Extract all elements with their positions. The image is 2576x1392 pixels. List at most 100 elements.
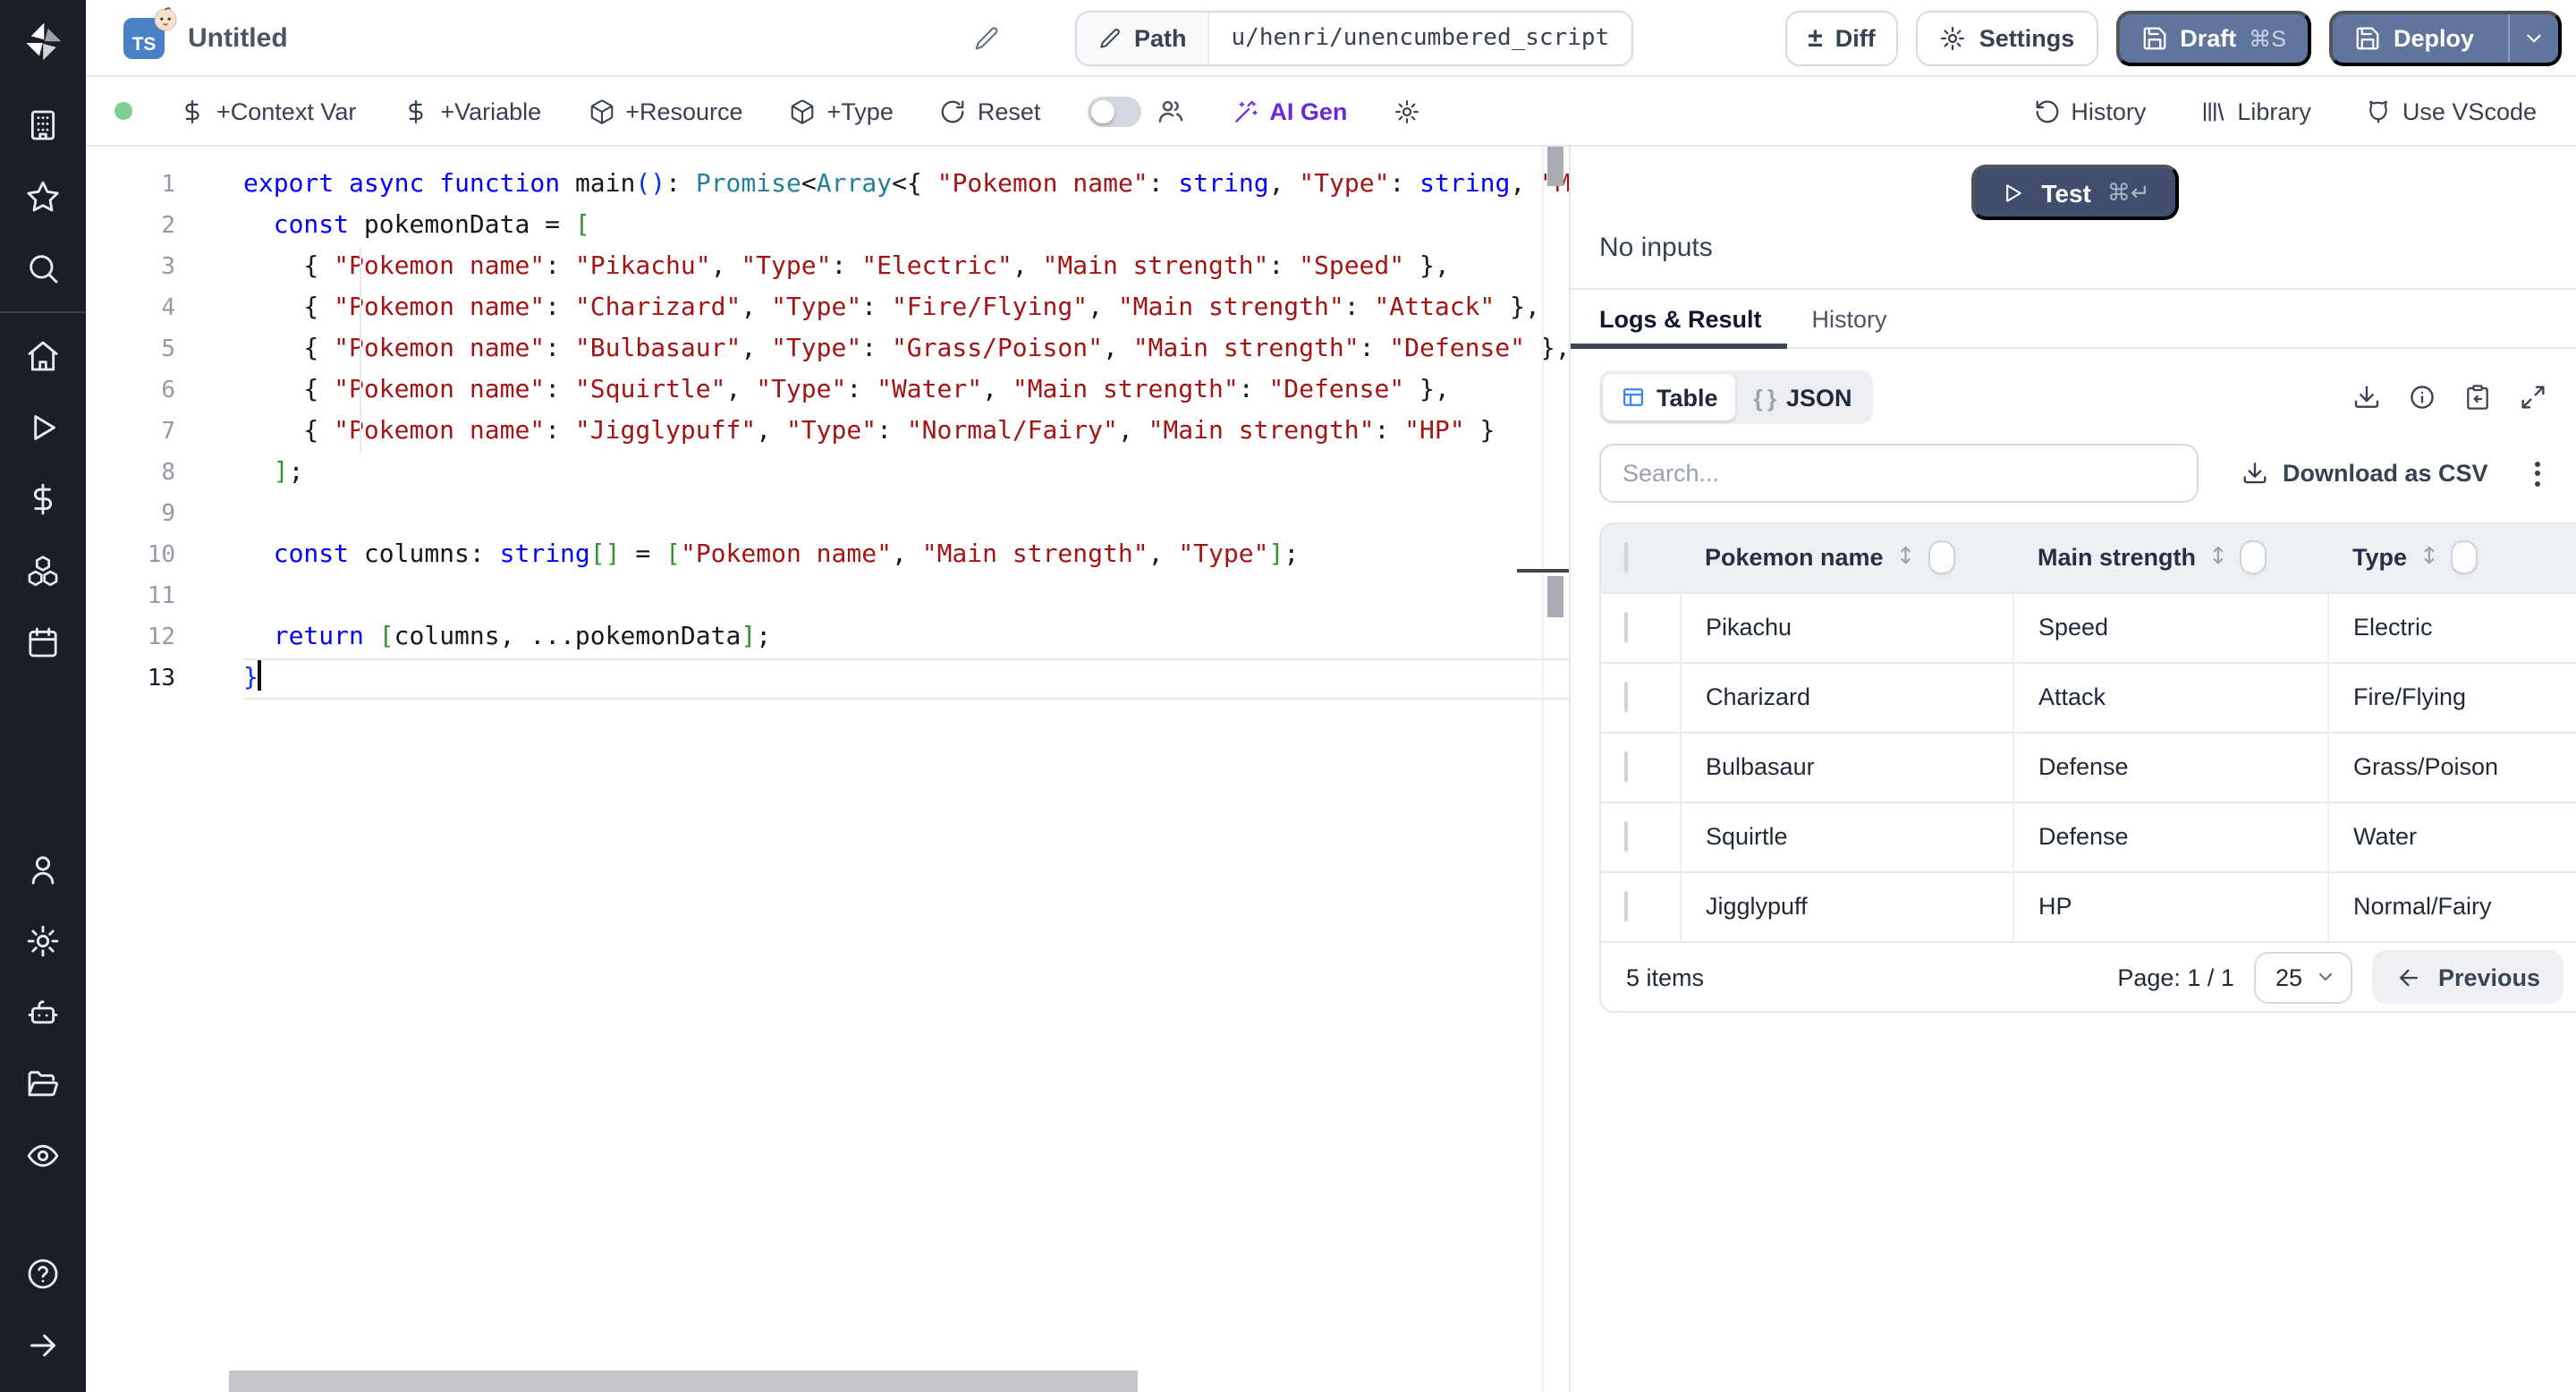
row-checkbox[interactable] xyxy=(1624,821,1628,852)
code-line[interactable]: 7 { "Pokemon name": "Jigglypuff", "Type"… xyxy=(86,412,1569,453)
path-group[interactable]: Path u/henri/unencumbered_script xyxy=(1075,11,1633,66)
table-row[interactable]: Squirtle Defense Water xyxy=(1601,801,2576,871)
info-icon[interactable] xyxy=(2408,383,2436,412)
code-line[interactable]: 10 const columns: string[] = ["Pokemon n… xyxy=(86,535,1569,576)
draft-button[interactable]: Draft ⌘S xyxy=(2115,10,2311,65)
editor-settings-gear[interactable] xyxy=(1394,98,1420,124)
view-toggle-table[interactable]: Table xyxy=(1603,374,1736,420)
sidebar-item-help[interactable] xyxy=(0,1238,86,1310)
sidebar-item-variables[interactable] xyxy=(0,463,86,535)
add-type-button[interactable]: +Type xyxy=(790,98,894,124)
run-header: Test ⌘↵ No inputs xyxy=(1571,147,2576,263)
add-resource-button[interactable]: +Resource xyxy=(588,98,743,124)
deploy-dropdown[interactable] xyxy=(2508,13,2558,62)
cell: Defense xyxy=(2012,731,2328,802)
github-cat-icon xyxy=(2369,99,2387,123)
sidebar-item-folders[interactable] xyxy=(0,1048,86,1120)
expand-icon[interactable] xyxy=(2519,383,2547,412)
cell: Pikachu xyxy=(1680,591,2013,662)
view-toggle-json[interactable]: { } JSON xyxy=(1736,374,1870,420)
code-line[interactable]: 9 xyxy=(86,494,1569,535)
table-row[interactable]: Bulbasaur Defense Grass/Poison xyxy=(1601,731,2576,802)
code-text: { "Pokemon name": "Jigglypuff", "Type": … xyxy=(243,417,1496,446)
column-header[interactable]: Type ↕ xyxy=(2327,524,2576,592)
code-line[interactable]: 5 { "Pokemon name": "Bulbasaur", "Type":… xyxy=(86,329,1569,370)
line-number: 13 xyxy=(147,666,175,692)
sort-icon[interactable]: ↕ xyxy=(1896,545,1916,572)
add-variable-button[interactable]: +Variable xyxy=(402,98,541,124)
add-context-var-button[interactable]: +Context Var xyxy=(179,98,356,124)
sort-icon[interactable]: ↕ xyxy=(2208,545,2228,572)
sidebar-item-favorites[interactable] xyxy=(0,161,86,233)
library-button[interactable]: Library xyxy=(2199,98,2311,124)
sidebar-collapse-button[interactable] xyxy=(0,1310,86,1381)
column-filter-pill[interactable] xyxy=(1928,540,1955,575)
home-icon xyxy=(25,338,61,374)
text-cursor xyxy=(258,660,261,691)
multiplayer-toggle[interactable] xyxy=(1087,96,1141,126)
editor-vscrollbar-thumb[interactable] xyxy=(1547,147,1563,186)
deploy-main[interactable]: Deploy xyxy=(2333,13,2496,62)
row-checkbox[interactable] xyxy=(1624,751,1628,782)
edit-summary-pencil-icon[interactable] xyxy=(973,25,1000,52)
kebab-menu-icon[interactable] xyxy=(2528,454,2547,493)
code-line[interactable]: 11 xyxy=(86,576,1569,617)
tab-logs-result[interactable]: Logs & Result xyxy=(1571,290,1787,349)
settings-button[interactable]: Settings xyxy=(1916,10,2098,65)
code-editor[interactable]: 1 export async function main(): Promise<A… xyxy=(86,147,1571,1392)
sidebar-item-resources[interactable] xyxy=(0,535,86,607)
editor-hscrollbar-thumb[interactable] xyxy=(229,1371,1138,1392)
sidebar-item-workspace[interactable] xyxy=(0,89,86,161)
row-checkbox[interactable] xyxy=(1624,682,1628,712)
use-vscode-button[interactable]: Use VScode xyxy=(2365,98,2537,124)
code-line[interactable]: 12 return [columns, ...pokemonData]; xyxy=(86,617,1569,658)
code-line[interactable]: 6 { "Pokemon name": "Squirtle", "Type": … xyxy=(86,370,1569,412)
code-line[interactable]: 13} xyxy=(86,658,1569,700)
code-line[interactable]: 1 export async function main(): Promise<A… xyxy=(86,165,1569,206)
deploy-button[interactable]: Deploy xyxy=(2328,10,2562,65)
previous-page-button[interactable]: Previous xyxy=(2371,950,2563,1004)
sidebar-item-audit-logs[interactable] xyxy=(0,1120,86,1192)
column-filter-pill[interactable] xyxy=(2240,540,2267,575)
code-line[interactable]: 2 const pokemonData = [ xyxy=(86,206,1569,247)
sidebar-item-users[interactable] xyxy=(0,834,86,905)
ai-gen-button[interactable]: AI Gen xyxy=(1232,98,1347,124)
code-line[interactable]: 8 ]; xyxy=(86,453,1569,494)
column-header[interactable]: Main strength ↕ xyxy=(2012,524,2327,592)
sidebar-item-settings[interactable] xyxy=(0,905,86,977)
sidebar-item-search[interactable] xyxy=(0,233,86,304)
clipboard-copy-icon[interactable] xyxy=(2463,383,2492,412)
folder-open-icon xyxy=(25,1066,61,1102)
tab-history[interactable]: History xyxy=(1787,290,1912,347)
sidebar-item-schedules[interactable] xyxy=(0,607,86,678)
sort-icon[interactable]: ↕ xyxy=(2419,545,2439,572)
row-checkbox[interactable] xyxy=(1624,612,1628,642)
download-icon[interactable] xyxy=(2352,383,2381,412)
page-size-select[interactable]: 25 xyxy=(2253,951,2352,1003)
sidebar-item-runs[interactable] xyxy=(0,392,86,463)
search-input[interactable] xyxy=(1599,444,2199,503)
sidebar-item-workers[interactable] xyxy=(0,977,86,1048)
windmill-logo-icon[interactable] xyxy=(20,18,66,64)
diff-button[interactable]: ± Diff xyxy=(1784,10,1899,65)
line-number: 1 xyxy=(161,172,175,199)
column-header[interactable]: Pokemon name ↕ xyxy=(1680,524,2012,592)
select-all-checkbox[interactable] xyxy=(1624,542,1628,573)
cell: Grass/Poison xyxy=(2327,731,2576,802)
code-line[interactable]: 4 { "Pokemon name": "Charizard", "Type":… xyxy=(86,288,1569,329)
topbar: TS Untitled Path u/henri/unencumbered_sc… xyxy=(86,0,2576,77)
table-footer: 5 items Page: 1 / 1 25 Previous xyxy=(1601,941,2576,1011)
sidebar-item-home[interactable] xyxy=(0,320,86,392)
star-icon xyxy=(25,179,61,215)
code-line[interactable]: 3 { "Pokemon name": "Pikachu", "Type": "… xyxy=(86,247,1569,288)
test-button[interactable]: Test ⌘↵ xyxy=(1971,165,2179,220)
code-text: } xyxy=(243,658,1569,700)
reset-button[interactable]: Reset xyxy=(940,98,1040,124)
download-csv-button[interactable]: Download as CSV xyxy=(2241,460,2488,487)
history-button[interactable]: History xyxy=(2033,98,2146,124)
table-row[interactable]: Charizard Attack Fire/Flying xyxy=(1601,661,2576,732)
table-row[interactable]: Pikachu Speed Electric xyxy=(1601,591,2576,662)
column-filter-pill[interactable] xyxy=(2451,540,2479,575)
row-checkbox[interactable] xyxy=(1624,891,1628,922)
table-row[interactable]: Jigglypuff HP Normal/Fairy xyxy=(1601,870,2576,941)
